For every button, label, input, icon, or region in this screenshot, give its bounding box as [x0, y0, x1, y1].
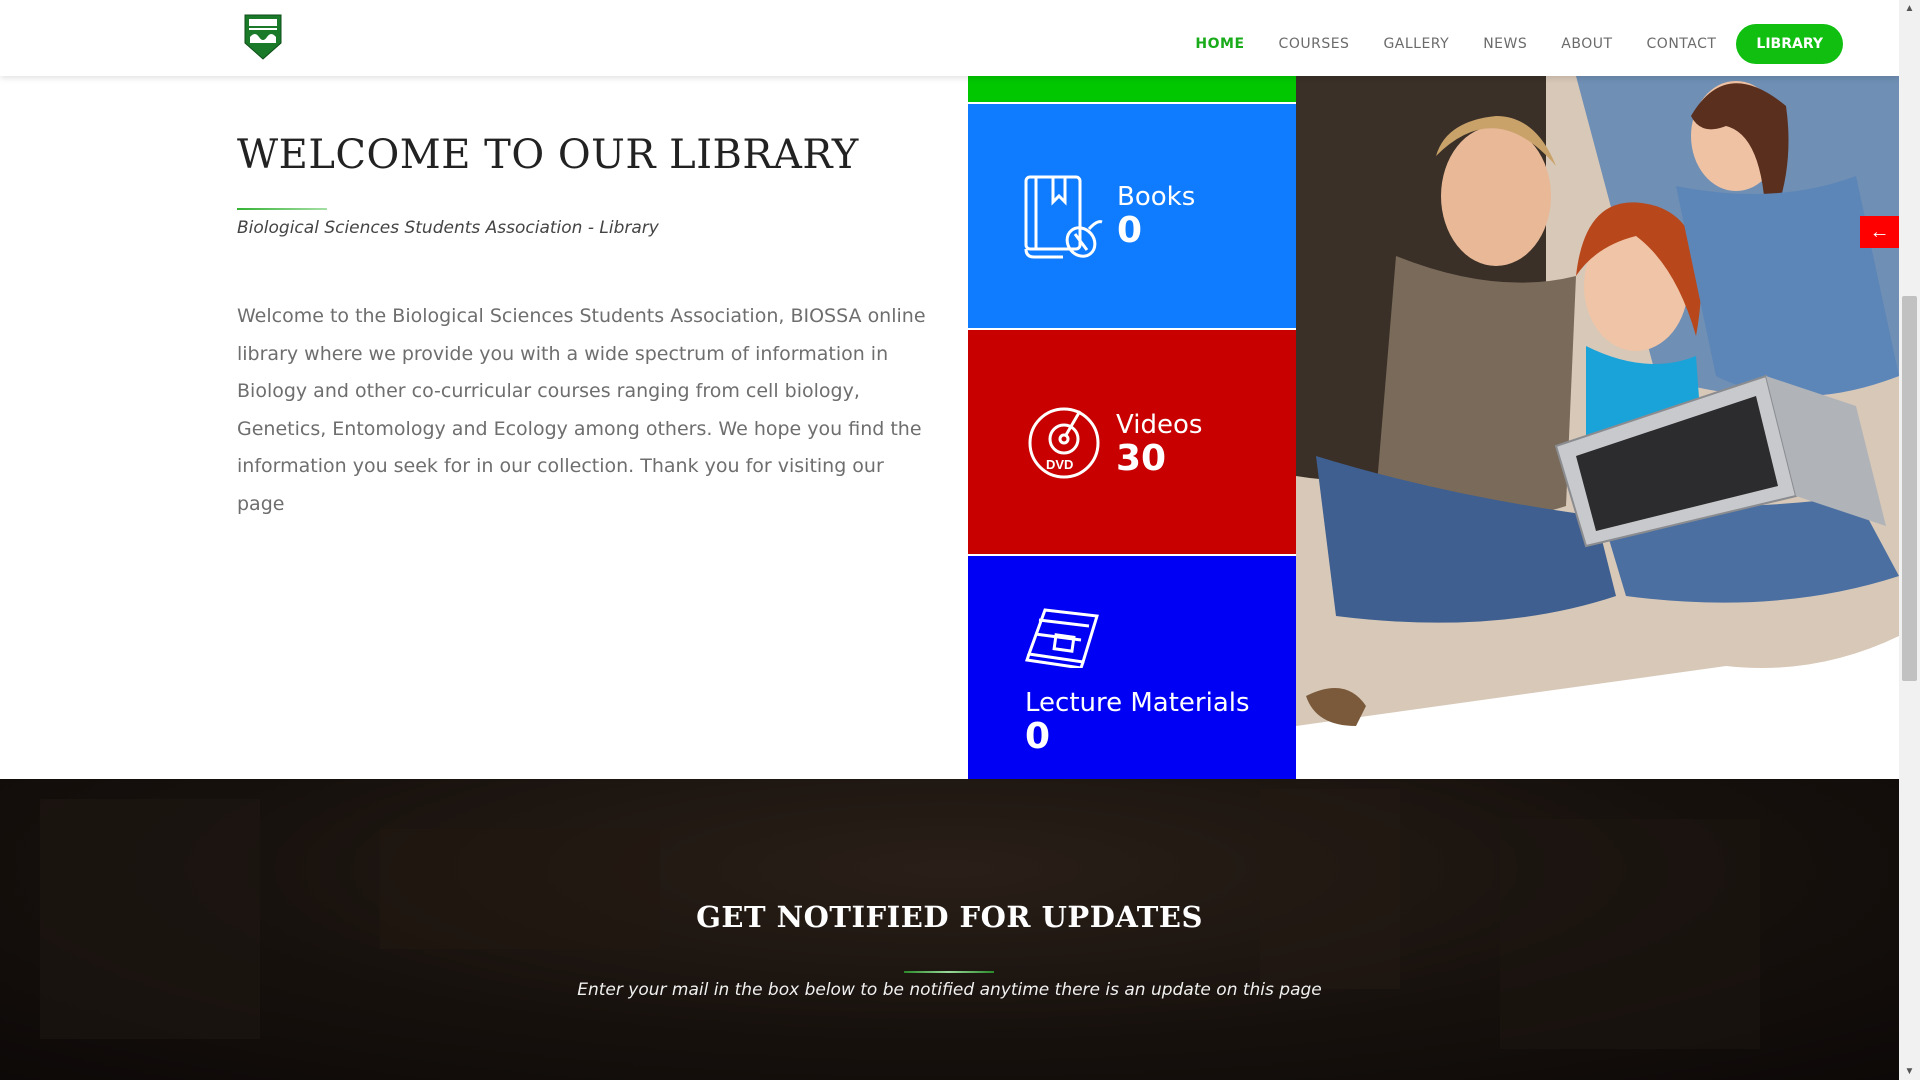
main-nav: HOME COURSES GALLERY NEWS ABOUT CONTACT …	[1161, 24, 1843, 64]
books-tile[interactable]: Books 0	[968, 104, 1296, 328]
lectures-label: Lecture Materials	[1025, 688, 1250, 718]
books-count: 0	[1117, 210, 1143, 251]
nav-courses[interactable]: COURSES	[1279, 36, 1350, 52]
lectures-tile[interactable]: Lecture Materials 0	[968, 556, 1296, 779]
slider-prev-button[interactable]: ←	[1860, 216, 1899, 248]
notify-text: Enter your mail in the box below to be n…	[577, 980, 1322, 1000]
videos-label: Videos	[1116, 410, 1203, 440]
scroll-up-icon[interactable]: ▲	[1899, 0, 1920, 17]
title-divider	[237, 208, 327, 210]
magazine-icon	[1025, 606, 1101, 672]
nav-contact[interactable]: CONTACT	[1647, 36, 1717, 52]
scroll-down-icon[interactable]: ▼	[1899, 1063, 1920, 1080]
videos-tile[interactable]: DVD Videos 30	[968, 330, 1296, 554]
lectures-count: 0	[1025, 716, 1051, 757]
site-header: HOME COURSES GALLERY NEWS ABOUT CONTACT …	[0, 0, 1899, 76]
book-mouse-icon	[1023, 174, 1105, 264]
library-stats: Books 0 DVD Videos 30 Lecture Materials …	[968, 76, 1296, 779]
biossa-logo[interactable]	[243, 13, 283, 61]
welcome-subtitle: Biological Sciences Students Association…	[237, 218, 659, 238]
scroll-thumb[interactable]	[1902, 296, 1917, 681]
notify-divider	[904, 971, 994, 973]
welcome-body: Welcome to the Biological Sciences Stude…	[237, 305, 926, 515]
books-label: Books	[1117, 182, 1196, 212]
page-scrollbar[interactable]: ▲ ▼	[1899, 0, 1920, 1080]
stats-top-bar	[968, 76, 1296, 102]
nav-about[interactable]: ABOUT	[1561, 36, 1612, 52]
notify-title: GET NOTIFIED FOR UPDATES	[696, 900, 1203, 934]
welcome-title: WELCOME TO OUR LIBRARY	[237, 132, 859, 178]
nav-home[interactable]: HOME	[1195, 36, 1244, 52]
nav-news[interactable]: NEWS	[1483, 36, 1527, 52]
notify-section: GET NOTIFIED FOR UPDATES Enter your mail…	[0, 779, 1899, 1080]
nav-library-button[interactable]: LIBRARY	[1736, 24, 1843, 64]
svg-text:DVD: DVD	[1046, 457, 1073, 472]
students-photo	[1296, 76, 1899, 779]
videos-count: 30	[1116, 438, 1167, 479]
nav-gallery[interactable]: GALLERY	[1383, 36, 1449, 52]
welcome-section: WELCOME TO OUR LIBRARY Biological Scienc…	[0, 76, 968, 779]
dvd-icon: DVD	[1026, 405, 1102, 485]
